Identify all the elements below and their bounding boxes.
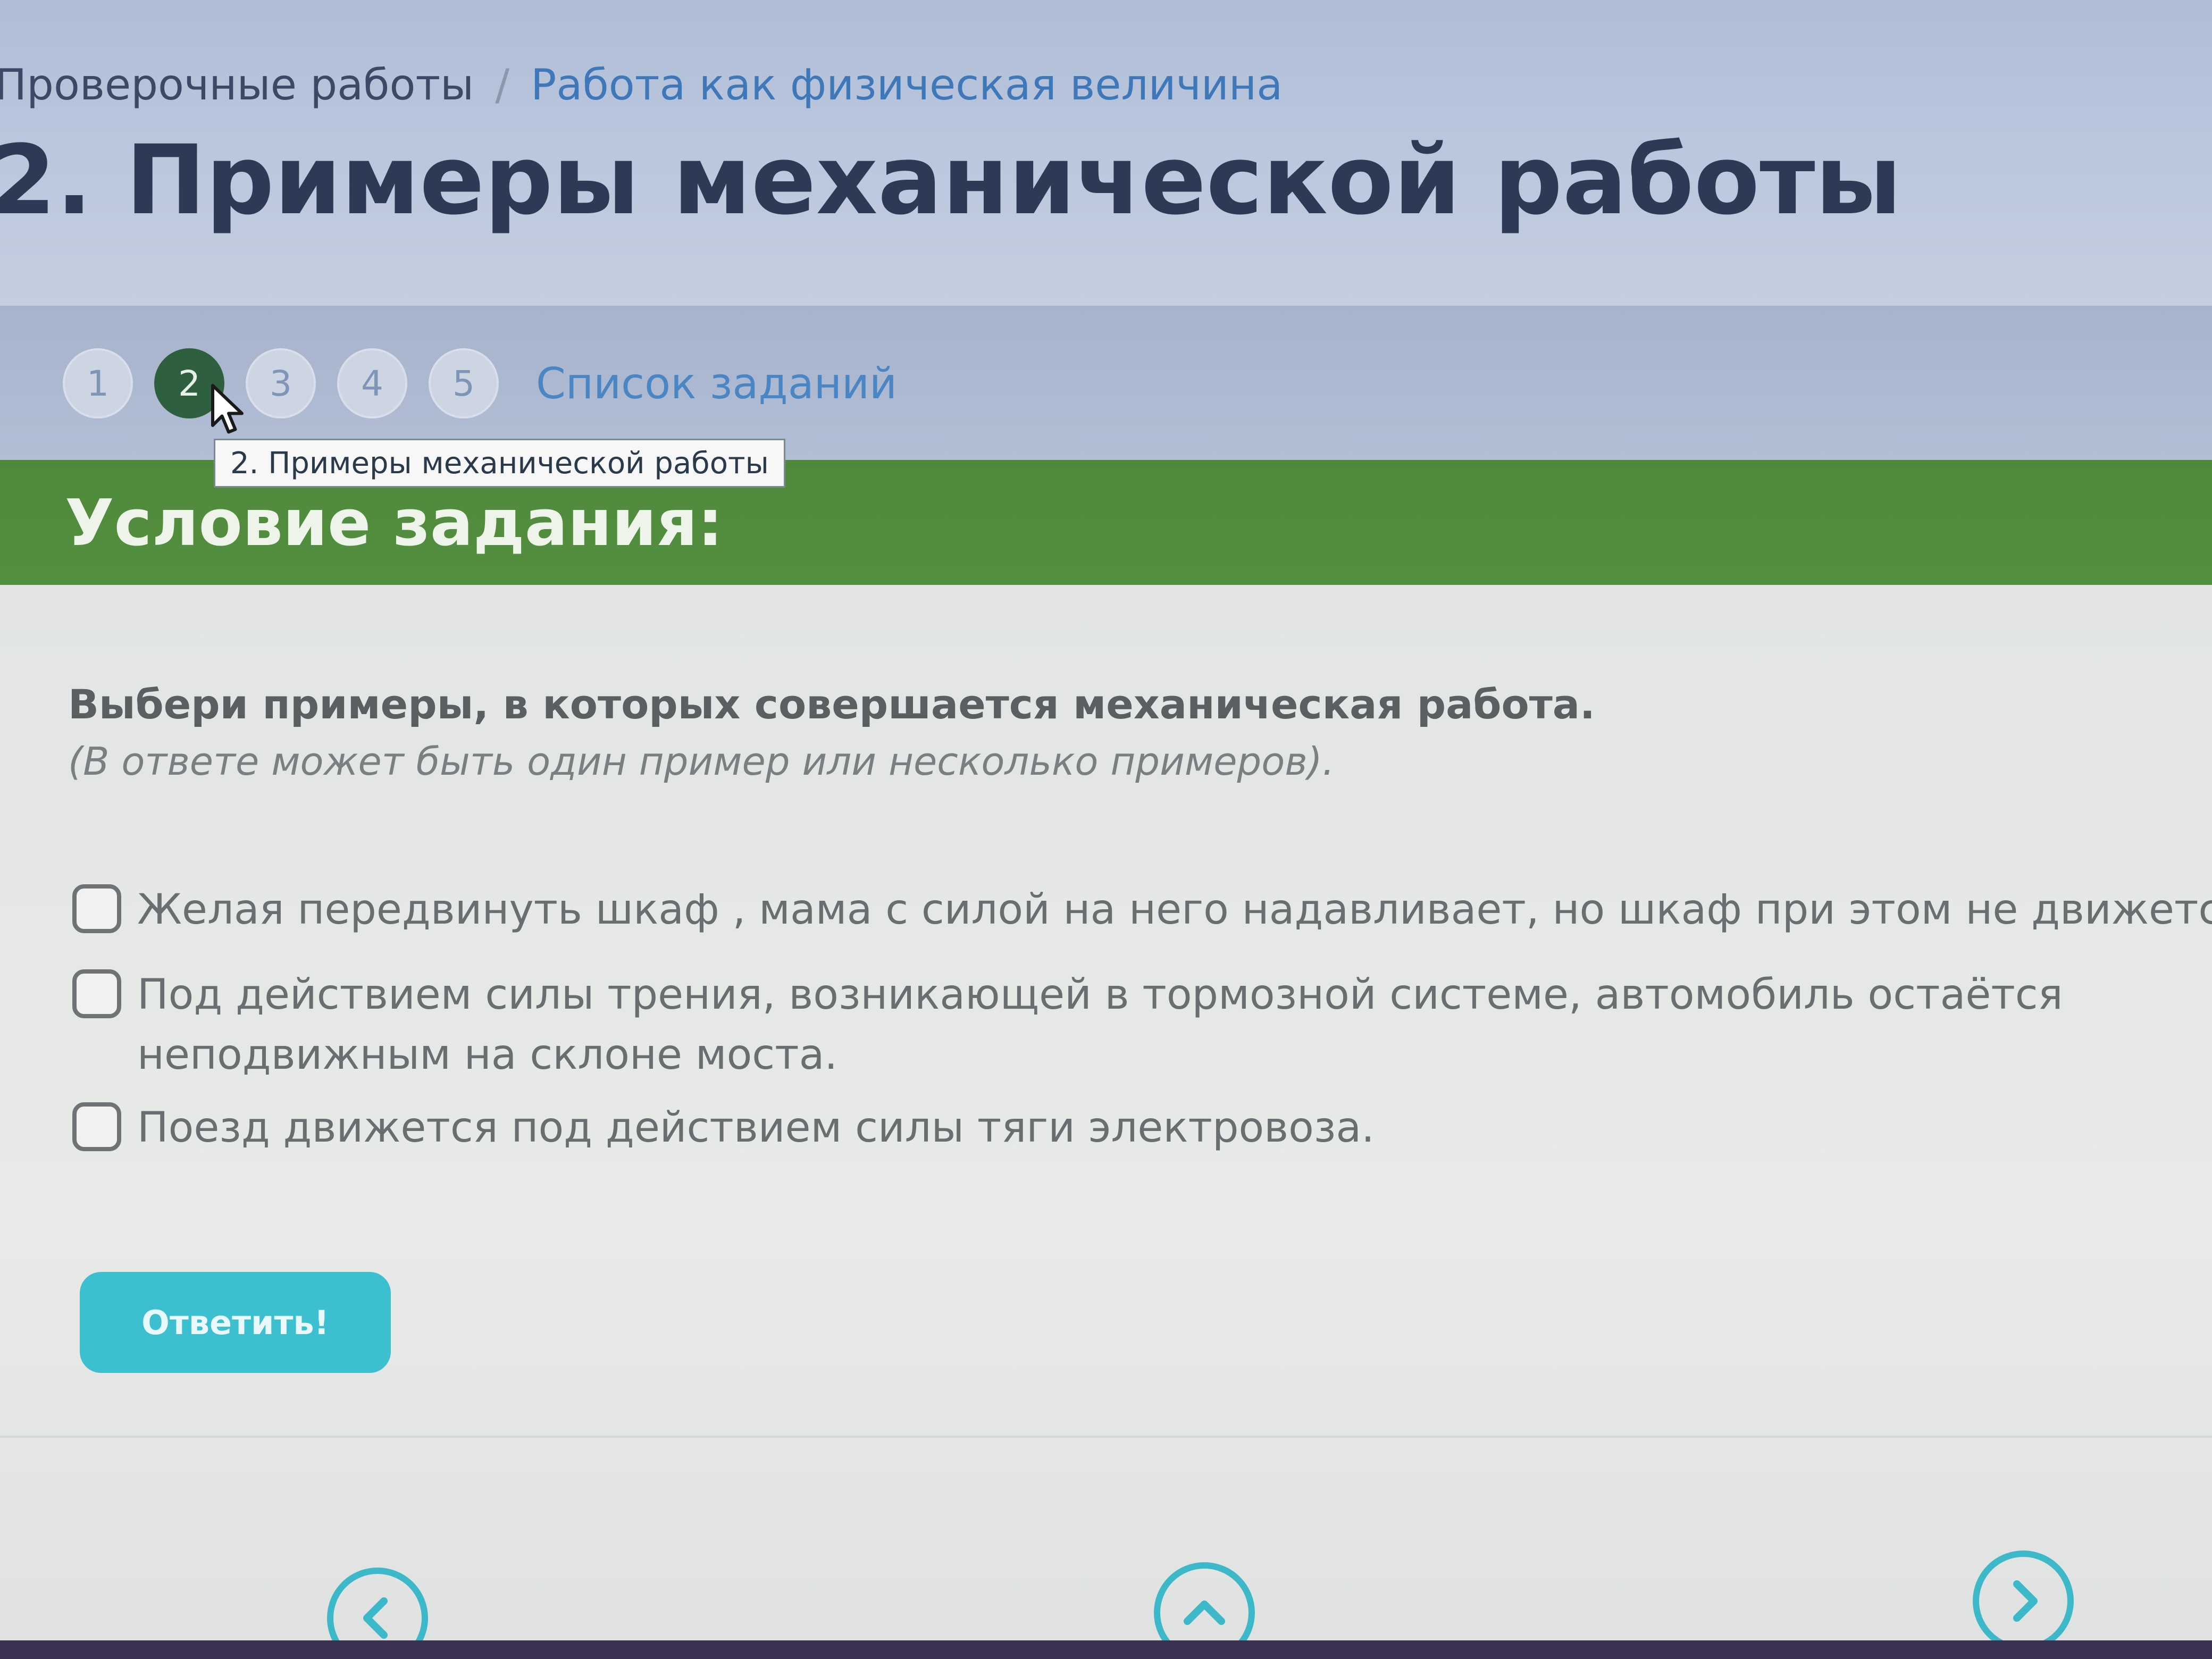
content-divider (0, 1436, 2212, 1438)
question-hint: (В ответе может быть один пример или нес… (68, 739, 1335, 784)
page-header: Проверочные работы / Работа как физическ… (0, 0, 2212, 306)
chevron-up-icon (1184, 1601, 1225, 1625)
answer-option-3-text: Поезд движется под действием силы тяги э… (137, 1104, 1375, 1152)
breadcrumb-separator: / (495, 60, 510, 110)
chevron-left-icon (363, 1597, 388, 1639)
submit-answer-button[interactable]: Ответить! (80, 1272, 391, 1373)
task-stepper: 1 2 3 4 5 Список заданий (0, 306, 2212, 460)
breadcrumb-current-link[interactable]: Работа как физическая величина (531, 64, 1283, 106)
page-title: 2. Примеры механической работы (0, 125, 1902, 236)
breadcrumb-parent-link[interactable]: Проверочные работы (0, 64, 474, 106)
question-text: Выбери примеры, в которых совершается ме… (68, 681, 1595, 728)
chevron-right-icon (2013, 1580, 2038, 1622)
task-content: Выбери примеры, в которых совершается ме… (0, 585, 2212, 1659)
answer-option-1-text: Желая передвинуть шкаф , мама с силой на… (137, 886, 2212, 934)
step-3-button[interactable]: 3 (246, 348, 316, 418)
answer-checkbox-3[interactable] (72, 1102, 121, 1151)
answer-option-2-text: Под действием силы трения, возникающей в… (137, 971, 2063, 1079)
answer-checkbox-2[interactable] (72, 969, 121, 1018)
step-5-button[interactable]: 5 (429, 348, 499, 418)
breadcrumb: Проверочные работы / Работа как физическ… (0, 53, 1283, 117)
step-tooltip: 2. Примеры механической работы (214, 439, 785, 488)
cursor-arrow-icon (211, 384, 244, 434)
next-task-button[interactable] (1973, 1551, 2074, 1652)
answer-option-2[interactable]: Под действием силы трения, возникающей в… (72, 965, 2210, 1085)
answer-checkbox-1[interactable] (72, 884, 121, 933)
task-list-link[interactable]: Список заданий (536, 359, 897, 408)
answer-option-1[interactable]: Желая передвинуть шкаф , мама с силой на… (72, 880, 2212, 940)
step-1-button[interactable]: 1 (63, 348, 133, 418)
condition-title: Условие задания: (65, 487, 723, 560)
step-list: 1 2 3 4 5 Список заданий (63, 348, 897, 418)
answer-option-3[interactable]: Поезд движется под действием силы тяги э… (72, 1098, 1375, 1158)
step-4-button[interactable]: 4 (337, 348, 407, 418)
screen-bezel (0, 1640, 2212, 1659)
